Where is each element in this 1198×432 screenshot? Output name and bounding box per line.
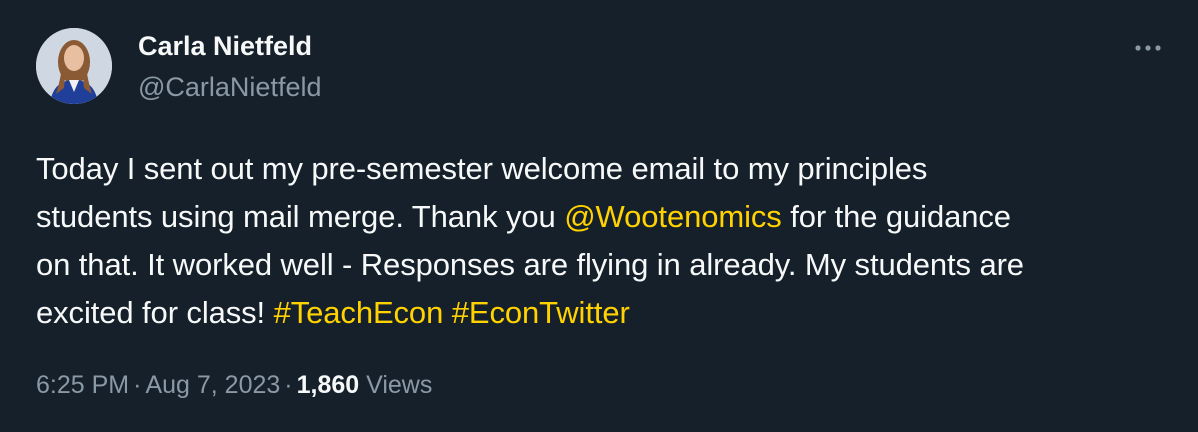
tweet-time[interactable]: 6:25 PM [36, 371, 129, 399]
tweet-meta: 6:25 PM · Aug 7, 2023 · 1,860 Views [36, 369, 432, 401]
hashtag-link[interactable]: #TeachEcon [274, 295, 444, 330]
meta-separator: · [133, 371, 142, 399]
tweet-card: Carla Nietfeld @CarlaNietfeld Today I se… [0, 0, 1198, 432]
hashtag-link[interactable]: #EconTwitter [452, 295, 630, 330]
views-label: Views [366, 371, 433, 399]
tweet-text-segment: on that. It worked well - Responses are … [36, 247, 1024, 282]
tweet-date[interactable]: Aug 7, 2023 [145, 371, 280, 399]
views-count: 1,860 [296, 371, 360, 399]
tweet-text-segment: students using mail merge. Thank you [36, 199, 565, 234]
more-options-button[interactable] [1126, 34, 1170, 62]
tweet-text-segment: Today I sent out my pre-semester welcome… [36, 151, 928, 186]
author-handle[interactable]: @CarlaNietfeld [138, 71, 321, 103]
tweet-line-2: students using mail merge. Thank you @Wo… [36, 193, 1166, 241]
tweet-line-4: excited for class! #TeachEcon #EconTwitt… [36, 289, 1166, 337]
tweet-text-segment: for the guidance [781, 199, 1011, 234]
tweet-line-3: on that. It worked well - Responses are … [36, 241, 1166, 289]
more-horizontal-icon [1135, 45, 1161, 51]
tweet-text: Today I sent out my pre-semester welcome… [36, 145, 1166, 337]
mention-link[interactable]: @Wootenomics [564, 199, 782, 234]
meta-separator: · [284, 371, 293, 399]
avatar-photo [36, 28, 112, 104]
tweet-text-segment: excited for class! [36, 295, 274, 330]
author-name[interactable]: Carla Nietfeld [138, 30, 312, 62]
avatar[interactable] [36, 28, 112, 104]
tweet-line-1: Today I sent out my pre-semester welcome… [36, 145, 1166, 193]
